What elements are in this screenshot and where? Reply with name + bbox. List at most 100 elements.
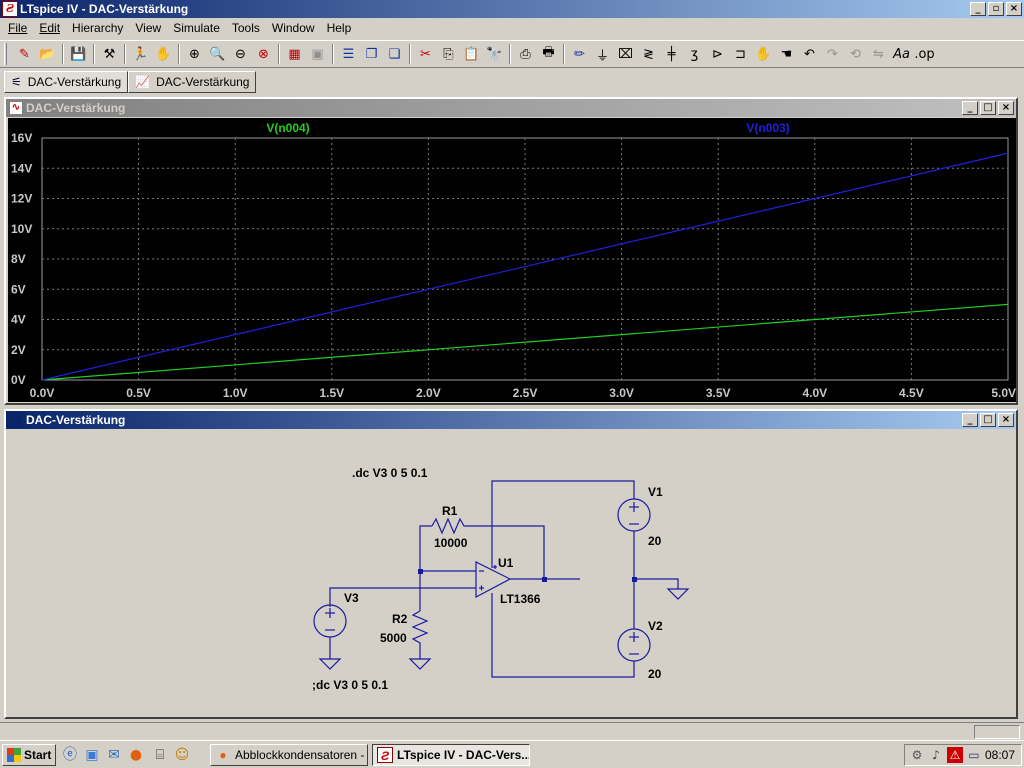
- legend-label-vn004[interactable]: V(n004): [266, 121, 309, 135]
- system-tray: ⚙ ♪ ⚠ ▭ 08:07: [904, 744, 1022, 766]
- r2-name[interactable]: R2: [392, 612, 408, 626]
- menu-view[interactable]: View: [129, 19, 167, 38]
- menu-simulate[interactable]: Simulate: [167, 19, 226, 38]
- rotate-icon[interactable]: ⟲: [845, 43, 867, 65]
- ground-icon[interactable]: ⏚: [592, 43, 614, 65]
- run-icon[interactable]: 🏃: [130, 43, 152, 65]
- diode-icon[interactable]: ⊳: [707, 43, 729, 65]
- zoom-out-icon[interactable]: ⊖: [230, 43, 252, 65]
- cascade-icon[interactable]: ❐: [361, 43, 383, 65]
- wire-ground-mid[interactable]: [634, 578, 679, 589]
- zoom-in-icon[interactable]: ⊕: [184, 43, 206, 65]
- start-button[interactable]: Start: [2, 744, 56, 766]
- schematic-canvas[interactable]: .dc V3 0 5 0.1 ;dc V3 0 5 0.1 R1 10000 R…: [8, 431, 1016, 717]
- control-panel-icon[interactable]: ⚒: [99, 43, 121, 65]
- schematic-maximize-button[interactable]: □: [980, 413, 996, 427]
- menu-hierarchy[interactable]: Hierarchy: [66, 19, 129, 38]
- mirror-icon[interactable]: ⇋: [868, 43, 890, 65]
- capacitor-icon[interactable]: ╪: [661, 43, 683, 65]
- v2-value[interactable]: 20: [648, 667, 662, 681]
- v1-name[interactable]: V1: [648, 485, 663, 499]
- cut-icon[interactable]: ✂: [415, 43, 437, 65]
- find-icon[interactable]: 🔭: [484, 43, 506, 65]
- schematic-close-button[interactable]: ×: [998, 413, 1014, 427]
- move-icon[interactable]: ✋: [753, 43, 775, 65]
- delete-traces-icon[interactable]: ▣: [307, 43, 329, 65]
- v2-name[interactable]: V2: [648, 619, 663, 633]
- resistor-r1[interactable]: [431, 517, 468, 535]
- print-icon[interactable]: 🖶: [538, 43, 560, 65]
- copy-icon[interactable]: ⎘: [438, 43, 460, 65]
- waveform-window-title-bar[interactable]: ∿ DAC-Verstärkung _ □ ×: [6, 99, 1016, 117]
- ltspice-app-icon[interactable]: Ƨ: [2, 1, 18, 17]
- print-setup-icon[interactable]: ⎙: [515, 43, 537, 65]
- inductor-icon[interactable]: ʒ: [684, 43, 706, 65]
- minimize-button[interactable]: _: [970, 2, 986, 16]
- resistor-r2[interactable]: [411, 610, 429, 649]
- plot-maximize-button[interactable]: □: [980, 101, 996, 115]
- r2-value[interactable]: 5000: [380, 631, 407, 645]
- menu-help[interactable]: Help: [321, 19, 358, 38]
- schematic-minimize-button[interactable]: _: [962, 413, 978, 427]
- r1-value[interactable]: 10000: [434, 536, 468, 550]
- volume-icon[interactable]: ♪: [928, 747, 944, 763]
- tile-vertical-icon[interactable]: ❏: [384, 43, 406, 65]
- u1-part[interactable]: LT1366: [500, 592, 541, 606]
- save-icon[interactable]: 💾: [68, 43, 90, 65]
- plot-close-button[interactable]: ×: [998, 101, 1014, 115]
- tile-horizontal-icon[interactable]: ☰: [338, 43, 360, 65]
- resistor-icon[interactable]: ≷: [638, 43, 660, 65]
- menu-edit[interactable]: Edit: [33, 19, 66, 38]
- legend-label-vn003[interactable]: V(n003): [746, 121, 789, 135]
- component-icon[interactable]: ⊐: [730, 43, 752, 65]
- zoom-fit-icon[interactable]: ⊗: [253, 43, 275, 65]
- menu-window[interactable]: Window: [266, 19, 321, 38]
- spice-directive-icon[interactable]: .op: [914, 43, 936, 65]
- network-icon[interactable]: ⚙: [909, 747, 925, 763]
- waveform-plot[interactable]: 0.0V 0.5V 1.0V 1.5V 2.0V 2.5V 3.0V 3.5V 4.0V 4.5V…: [8, 118, 1016, 402]
- outlook-icon[interactable]: ✉: [104, 746, 124, 764]
- autorange-icon[interactable]: ▦: [284, 43, 306, 65]
- plot-minimize-button[interactable]: _: [962, 101, 978, 115]
- spice-comment-dc[interactable]: ;dc V3 0 5 0.1: [312, 678, 388, 692]
- schematic-window-icon[interactable]: [9, 413, 23, 427]
- halt-icon[interactable]: ✋: [153, 43, 175, 65]
- u1-name[interactable]: U1: [498, 556, 514, 570]
- window-title: LTspice IV - DAC-Verstärkung: [20, 2, 189, 16]
- toolbar-grip[interactable]: [4, 43, 7, 65]
- utility-icon[interactable]: ☺: [172, 746, 192, 764]
- restore-button[interactable]: ▫: [988, 2, 1004, 16]
- r1-name[interactable]: R1: [442, 504, 458, 518]
- monitor-icon[interactable]: ▭: [966, 747, 982, 763]
- close-button[interactable]: ×: [1006, 2, 1022, 16]
- open-folder-icon[interactable]: 📂: [37, 43, 59, 65]
- calculator-icon[interactable]: ⌸: [150, 746, 170, 764]
- tab-waveform[interactable]: 📈 DAC-Verstärkung: [128, 71, 257, 93]
- redo-icon[interactable]: ↷: [822, 43, 844, 65]
- spice-directive-dc[interactable]: .dc V3 0 5 0.1: [352, 466, 428, 480]
- ie-icon[interactable]: ⓔ: [60, 746, 80, 764]
- tab-schematic[interactable]: ⚟ DAC-Verstärkung: [4, 71, 129, 93]
- firefox-quicklaunch-icon[interactable]: ●: [126, 746, 146, 764]
- plot-background: [8, 118, 1016, 402]
- v3-name[interactable]: V3: [344, 591, 359, 605]
- menu-tools[interactable]: Tools: [226, 19, 266, 38]
- undo-icon[interactable]: ↶: [799, 43, 821, 65]
- show-desktop-icon[interactable]: ▣: [82, 746, 102, 764]
- label-net-icon[interactable]: ⌧: [615, 43, 637, 65]
- pan-icon[interactable]: 🔍: [207, 43, 229, 65]
- waveform-window-icon[interactable]: ∿: [9, 101, 23, 115]
- menu-file[interactable]: File: [2, 19, 33, 38]
- draw-wire-icon[interactable]: ✏: [569, 43, 591, 65]
- task-firefox[interactable]: ● Abblockkondensatoren - ...: [210, 744, 368, 766]
- task-ltspice[interactable]: Ƨ LTspice IV - DAC-Vers...: [372, 744, 530, 766]
- text-icon[interactable]: Aa: [891, 43, 913, 65]
- schematic-window-title-bar[interactable]: DAC-Verstärkung _ □ ×: [6, 411, 1016, 429]
- wire-supply-top[interactable]: [491, 480, 635, 566]
- wire-r1-feedback[interactable]: [419, 525, 432, 571]
- paste-icon[interactable]: 📋: [461, 43, 483, 65]
- new-schematic-icon[interactable]: ✎: [14, 43, 36, 65]
- drag-icon[interactable]: ☚: [776, 43, 798, 65]
- antivirus-icon[interactable]: ⚠: [946, 747, 963, 763]
- v1-value[interactable]: 20: [648, 534, 662, 548]
